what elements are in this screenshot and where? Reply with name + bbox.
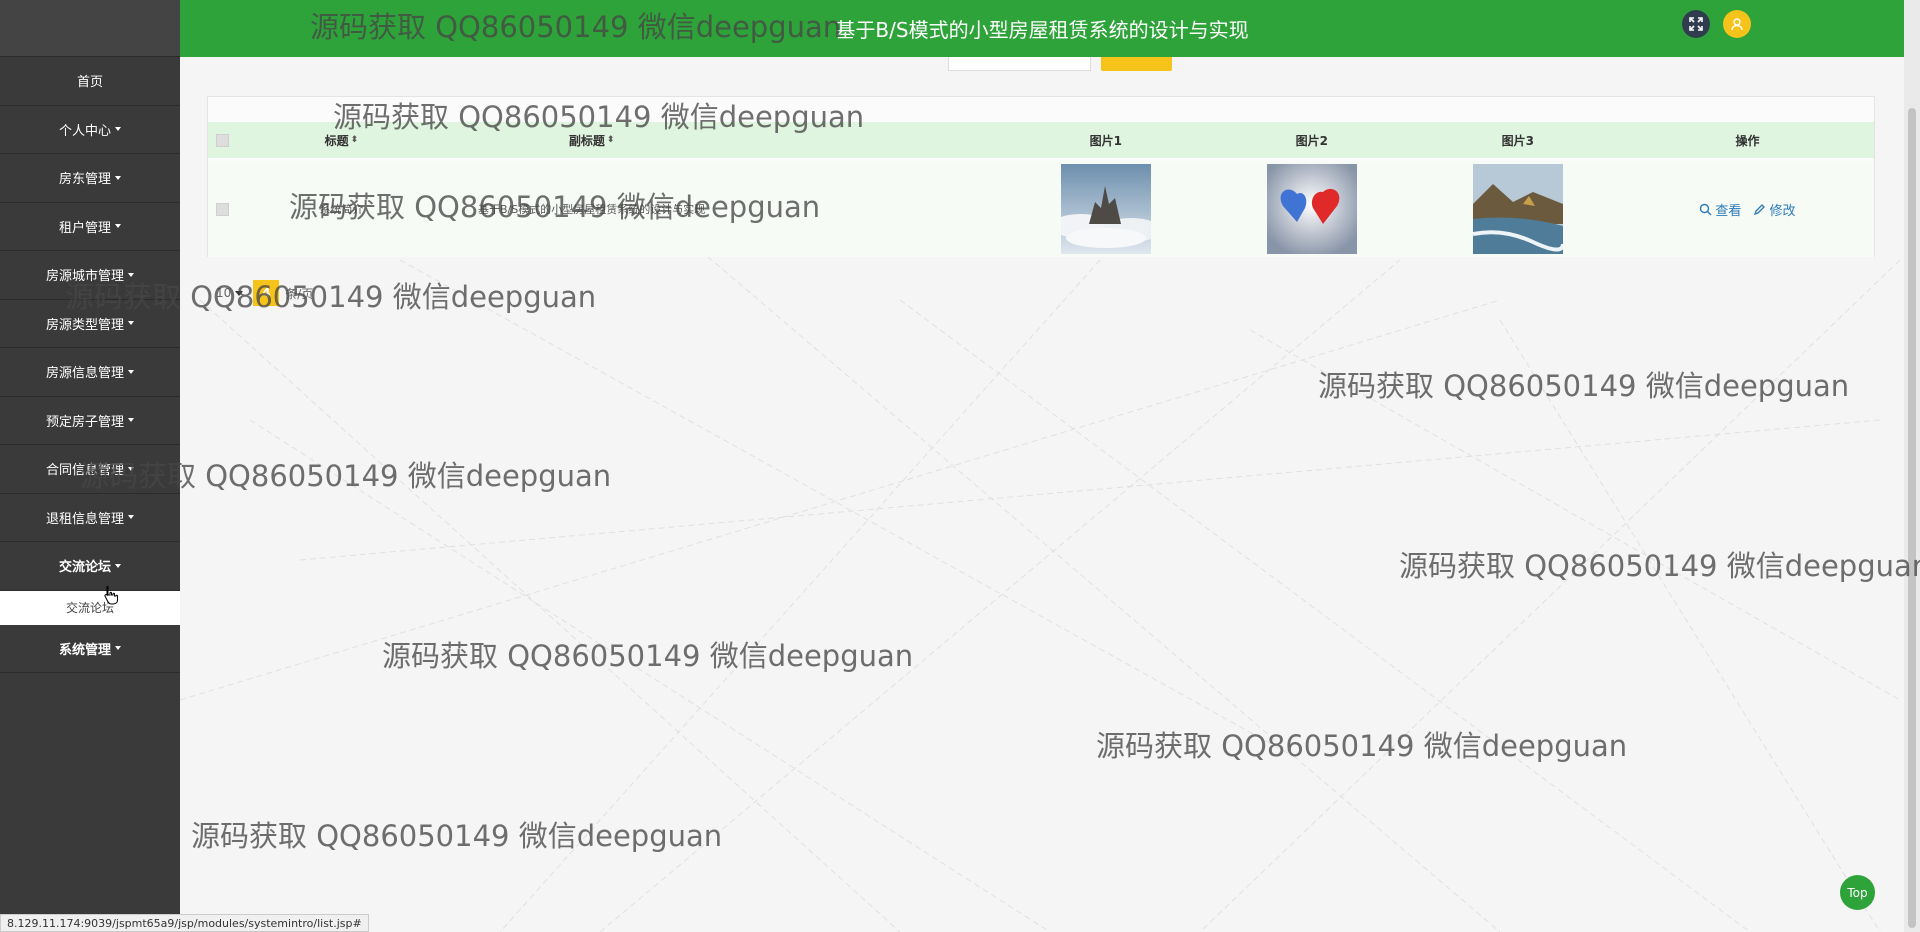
sidebar-logo-area [0, 0, 180, 57]
page-size-select[interactable]: 10 [216, 286, 231, 300]
pagination: 10 4 条/页 [216, 280, 313, 306]
cell-subtitle-text: 基于B/S模式的小型房屋租赁系统的设计与实现 [478, 203, 706, 216]
sidebar-item-label: 房东管理 [58, 172, 111, 188]
sidebar-item-label: 系统管理 [58, 642, 111, 658]
sidebar-item-label: 首页 [76, 75, 103, 91]
sidebar-item-label: 房源城市管理 [45, 269, 124, 285]
pencil-icon [1754, 203, 1766, 215]
view-button[interactable]: 查看 [1699, 200, 1741, 219]
sidebar-item-label: 个人中心 [58, 123, 111, 139]
caret-down-icon [115, 175, 121, 180]
page-number-current[interactable]: 4 [253, 280, 280, 306]
cell-subtitle: 基于B/S模式的小型房屋租赁系统的设计与实现 [445, 161, 737, 257]
caret-down-icon [128, 515, 134, 520]
column-header-label: 标题 [324, 133, 349, 148]
top-header: 基于B/S模式的小型房屋租赁系统的设计与实现 [180, 0, 1904, 57]
caret-down-icon [115, 127, 121, 132]
sidebar-item-label: 交流论坛 [58, 560, 111, 576]
sidebar-item-reservations[interactable]: 预定房子管理 [0, 397, 180, 445]
column-header-label: 副标题 [568, 133, 605, 148]
caret-down-icon [115, 563, 121, 568]
sidebar-item-label: 退租信息管理 [45, 511, 124, 527]
back-to-top-button[interactable]: Top [1840, 875, 1875, 910]
sidebar-item-home[interactable]: 首页 [0, 57, 180, 106]
data-table: 标题 ⬍ 副标题 ⬍ 图片1 图片2 图片3 操作 系统简介 基于B/S模式的小型房… [207, 96, 1875, 257]
sidebar-subitem-forum[interactable]: 交流论坛 [0, 590, 180, 625]
column-header-subtitle[interactable]: 副标题 ⬍ [445, 122, 737, 158]
sidebar-item-landlords[interactable]: 房东管理 [0, 154, 180, 203]
sidebar-item-tenants[interactable]: 租户管理 [0, 203, 180, 251]
select-all-checkbox[interactable] [216, 133, 230, 147]
sidebar-item-label: 预定房子管理 [45, 414, 124, 430]
sidebar-item-system[interactable]: 系统管理 [0, 625, 180, 673]
search-icon [1700, 203, 1712, 215]
caret-down-icon [128, 466, 134, 471]
column-header-label: 图片1 [1089, 133, 1122, 148]
column-header-image1: 图片1 [1003, 122, 1209, 158]
sidebar-item-forum[interactable]: 交流论坛 [0, 542, 180, 591]
search-input[interactable] [948, 57, 1091, 71]
column-spacer [738, 122, 1003, 158]
column-header-actions: 操作 [1621, 122, 1874, 158]
column-header-image2: 图片2 [1209, 122, 1415, 158]
caret-down-icon [115, 224, 121, 229]
cell-title-text: 系统简介 [319, 203, 364, 216]
user-icon [1731, 18, 1743, 31]
row-checkbox-cell [208, 161, 237, 257]
sidebar-item-listings[interactable]: 房源信息管理 [0, 348, 180, 397]
castle-in-clouds-image[interactable] [1060, 164, 1151, 254]
row-checkbox[interactable] [216, 202, 230, 216]
caret-down-icon [115, 646, 121, 651]
fullscreen-button[interactable] [1682, 10, 1710, 38]
page-title: 基于B/S模式的小型房屋租赁系统的设计与实现 [835, 18, 1249, 42]
fullscreen-icon [1689, 17, 1703, 31]
caret-down-icon [128, 369, 134, 374]
scrollbar-thumb[interactable] [1908, 108, 1916, 928]
cell-image2 [1209, 161, 1415, 257]
sidebar-item-checkouts[interactable]: 退租信息管理 [0, 494, 180, 542]
sidebar-item-contracts[interactable]: 合同信息管理 [0, 445, 180, 494]
cell-image3 [1415, 161, 1621, 257]
edit-label: 修改 [1769, 203, 1796, 219]
coastline-image[interactable] [1472, 164, 1563, 254]
sidebar-item-label: 房源信息管理 [45, 366, 124, 382]
sidebar-item-house-types[interactable]: 房源类型管理 [0, 300, 180, 348]
cell-image1 [1003, 161, 1209, 257]
caret-down-icon [235, 290, 244, 296]
user-button[interactable] [1723, 10, 1751, 38]
page-scrollbar[interactable] [1904, 0, 1920, 932]
status-bar-url: 8.129.11.174:9039/jspmt65a9/jsp/modules/… [0, 914, 369, 932]
caret-down-icon [128, 418, 134, 423]
sort-icon: ⬍ [350, 135, 359, 145]
cell-spacer [738, 161, 1003, 257]
sidebar-item-profile[interactable]: 个人中心 [0, 106, 180, 154]
column-header-label: 图片3 [1501, 133, 1535, 148]
column-header-label: 图片2 [1295, 133, 1328, 148]
sidebar-item-label: 租户管理 [58, 220, 111, 236]
mouse-cursor-icon [104, 585, 118, 605]
sidebar-item-cities[interactable]: 房源城市管理 [0, 251, 180, 300]
column-header-title[interactable]: 标题 ⬍ [237, 122, 445, 158]
table-row: 系统简介 基于B/S模式的小型房屋租赁系统的设计与实现 查看 修改 [208, 161, 1874, 257]
sidebar-item-label: 合同信息管理 [45, 463, 124, 479]
cell-actions: 查看 修改 [1621, 161, 1874, 257]
search-button[interactable] [1101, 57, 1172, 71]
caret-down-icon [128, 321, 134, 326]
header-checkbox-cell [208, 122, 237, 158]
page-size-label: 条/页 [285, 286, 314, 301]
caret-down-icon [128, 272, 134, 277]
sort-icon: ⬍ [606, 135, 615, 145]
sidebar: 首页 个人中心 房东管理 租户管理 房源城市管理 房源类型管理 房源信息管理 预… [0, 0, 180, 932]
two-hearts-image[interactable] [1266, 164, 1357, 254]
cell-title: 系统简介 [237, 161, 445, 257]
view-label: 查看 [1715, 203, 1742, 219]
column-header-image3: 图片3 [1415, 122, 1621, 158]
column-header-label: 操作 [1735, 133, 1760, 148]
table-header: 标题 ⬍ 副标题 ⬍ 图片1 图片2 图片3 操作 [208, 122, 1874, 158]
edit-button[interactable]: 修改 [1753, 200, 1795, 219]
sidebar-item-label: 房源类型管理 [45, 317, 124, 333]
